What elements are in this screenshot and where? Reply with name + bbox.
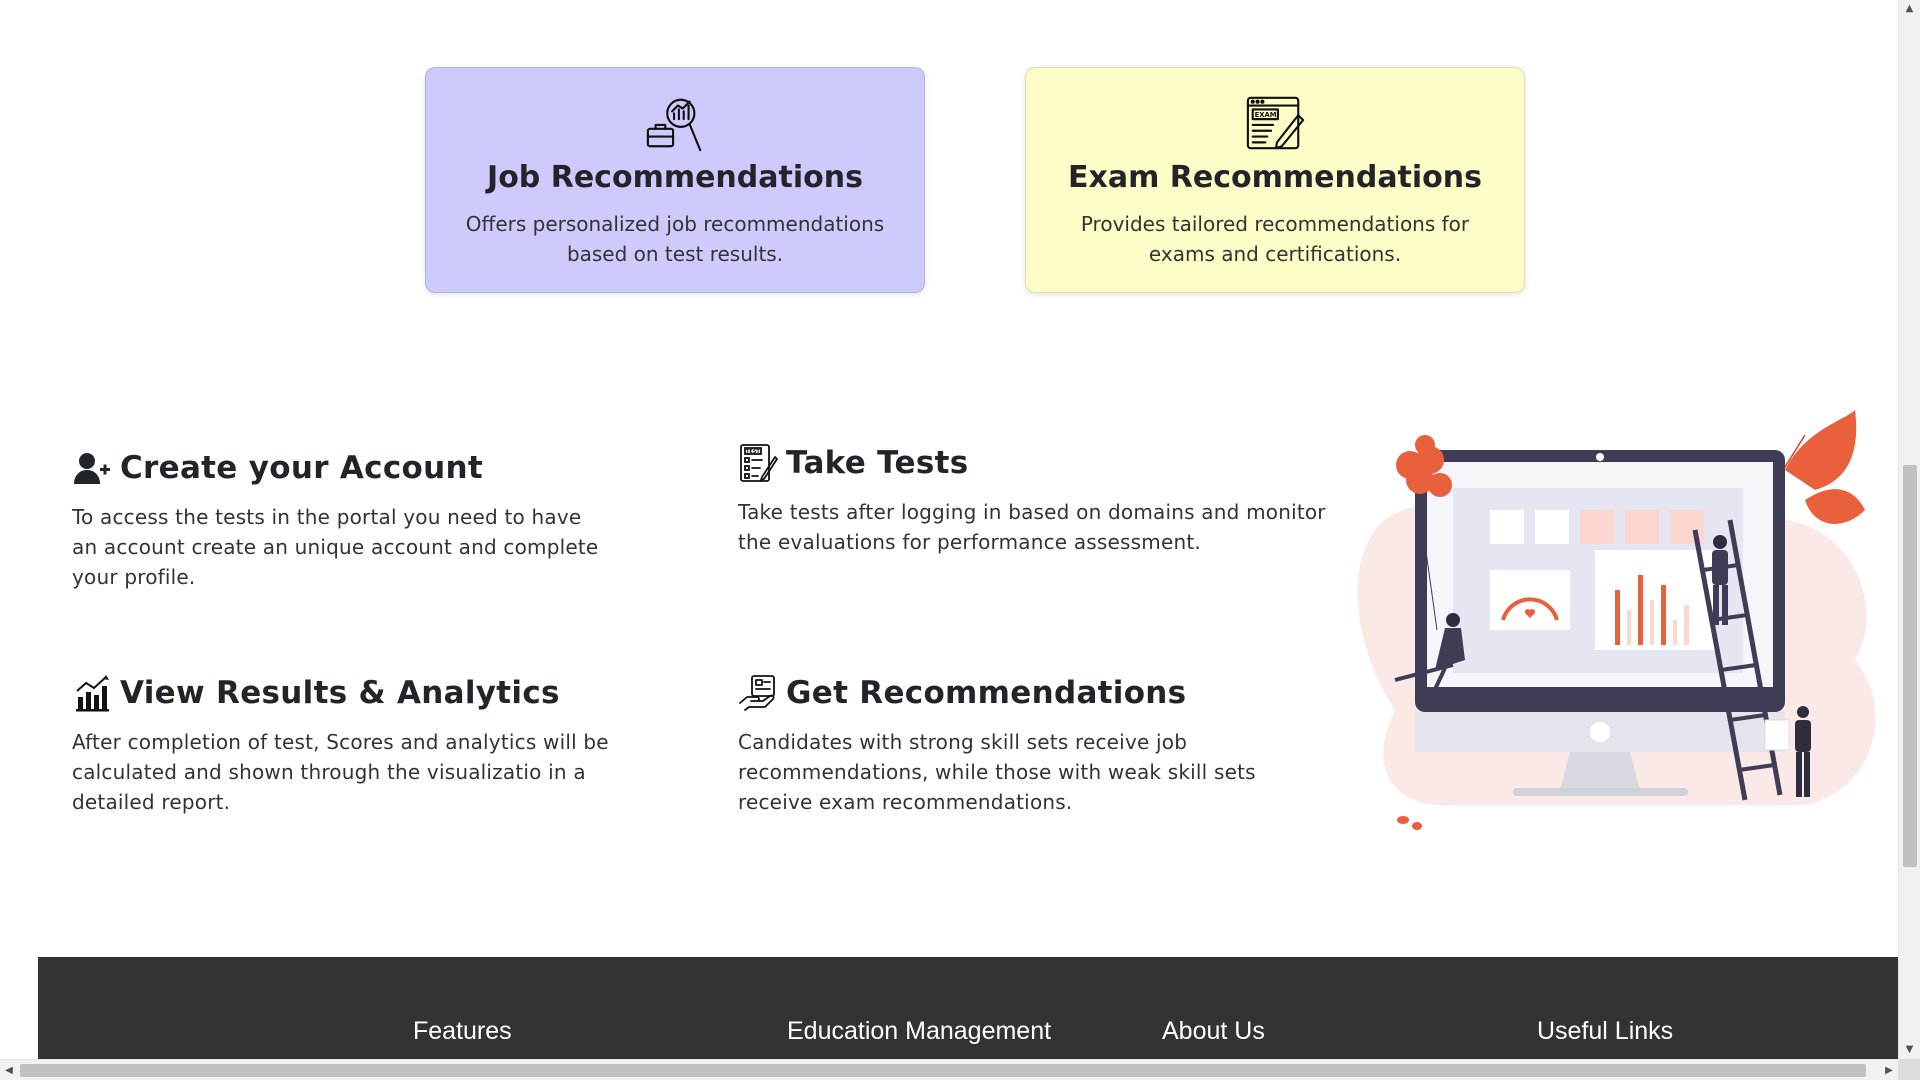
step-description: To access the tests in the portal you ne…	[72, 505, 599, 589]
step-take-tests: TEST Take Tests Take tests after logging…	[738, 443, 1328, 557]
hand-card-icon	[739, 675, 775, 711]
footer-heading-education-management: Education Management	[787, 1017, 1052, 1045]
card-description: Offers personalized job recommendations …	[465, 212, 885, 266]
step-title: Get Recommendations	[786, 675, 1187, 711]
step-title: Take Tests	[786, 445, 969, 481]
scrollbar-corner	[1898, 1059, 1920, 1080]
step-description: After completion of test, Scores and ana…	[72, 730, 609, 814]
scroll-right-icon[interactable]: ▶	[1880, 1060, 1898, 1080]
dashboard-illustration	[1357, 410, 1876, 830]
step-view-results: View Results & Analytics After completio…	[72, 673, 612, 817]
step-title: View Results & Analytics	[120, 675, 560, 711]
step-description: Candidates with strong skill sets receiv…	[738, 730, 1256, 814]
test-checklist-icon: TEST	[740, 444, 778, 482]
card-title: Job Recommendations	[487, 160, 863, 195]
step-get-recommendations: Get Recommendations Candidates with stro…	[738, 673, 1328, 817]
footer: Features Education Management About Us U…	[38, 957, 1898, 1059]
user-plus-icon	[74, 453, 110, 484]
page: Job Recommendations Offers personalized …	[0, 0, 1898, 1059]
step-create-account: Create your Account To access the tests …	[72, 448, 612, 592]
svg-text:EXAM: EXAM	[1255, 111, 1277, 119]
scroll-down-icon[interactable]: ▼	[1899, 1041, 1920, 1059]
job-search-icon	[646, 98, 702, 152]
horizontal-scrollbar[interactable]: ◀ ▶	[0, 1059, 1898, 1080]
scroll-up-icon[interactable]: ▲	[1899, 0, 1920, 18]
scroll-left-icon[interactable]: ◀	[0, 1060, 18, 1080]
job-recommendations-card[interactable]: Job Recommendations Offers personalized …	[425, 67, 925, 293]
step-title: Create your Account	[120, 450, 483, 486]
footer-heading-features: Features	[413, 1017, 512, 1045]
card-description: Provides tailored recommendations for ex…	[1080, 212, 1470, 266]
step-description: Take tests after logging in based on dom…	[738, 500, 1326, 554]
svg-text:TEST: TEST	[746, 449, 760, 455]
horizontal-scroll-thumb[interactable]	[20, 1064, 1866, 1077]
vertical-scroll-thumb[interactable]	[1903, 465, 1917, 867]
card-title: Exam Recommendations	[1067, 160, 1483, 195]
footer-heading-useful-links: Useful Links	[1537, 1017, 1674, 1045]
exam-icon: EXAM	[1246, 96, 1305, 150]
vertical-scrollbar[interactable]: ▲ ▼	[1898, 0, 1920, 1059]
footer-heading-about-us: About Us	[1162, 1017, 1265, 1045]
exam-recommendations-card[interactable]: EXAM Exam Recommendations Provides tailo…	[1025, 67, 1525, 293]
bar-chart-icon	[76, 675, 109, 712]
